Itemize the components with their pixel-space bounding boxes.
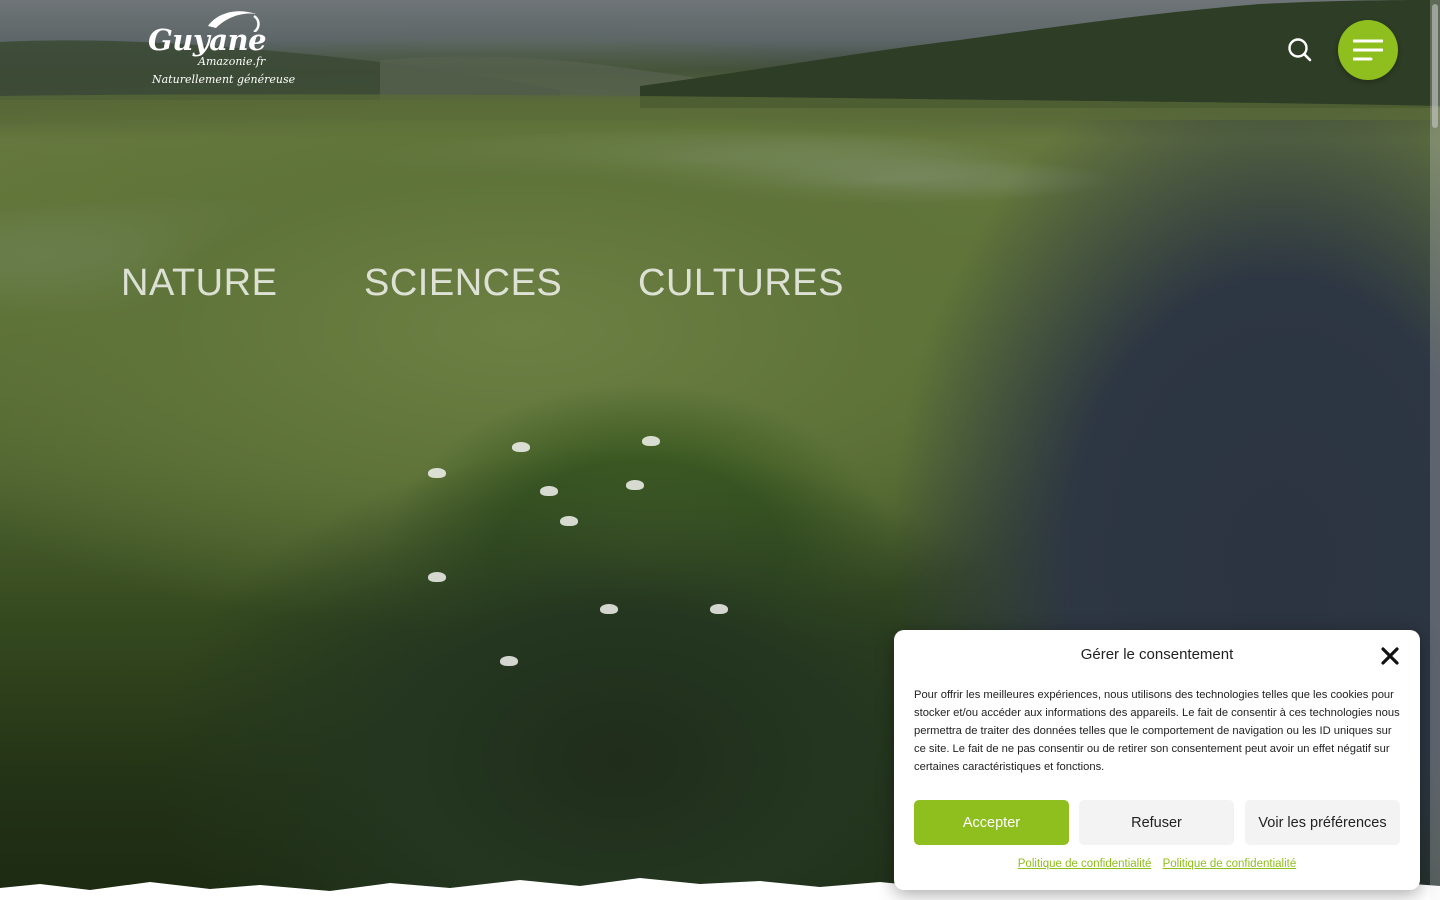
scrollbar[interactable] xyxy=(1430,0,1440,900)
egret-bird xyxy=(428,572,446,582)
egret-bird xyxy=(500,656,518,666)
category-link-nature[interactable]: NATURE xyxy=(121,262,277,305)
egret-bird xyxy=(512,442,530,452)
search-button[interactable] xyxy=(1286,36,1314,64)
egret-bird xyxy=(560,516,578,526)
egret-bird xyxy=(710,604,728,614)
egret-bird xyxy=(428,468,446,478)
category-link-cultures[interactable]: CULTURES xyxy=(638,262,844,305)
consent-close-button[interactable] xyxy=(1380,646,1400,666)
consent-description: Pour offrir les meilleures expériences, … xyxy=(914,689,1400,773)
egret-bird xyxy=(540,486,558,496)
privacy-policy-link[interactable]: Politique de confidentialité xyxy=(1018,858,1152,870)
egret-bird xyxy=(600,604,618,614)
privacy-policy-link[interactable]: Politique de confidentialité xyxy=(1163,858,1297,870)
search-icon xyxy=(1288,38,1312,62)
logo-main-text: Guyane xyxy=(148,23,267,57)
consent-title: Gérer le consentement xyxy=(1080,646,1234,663)
refuse-button[interactable]: Refuser xyxy=(1079,800,1234,845)
scrollbar-thumb[interactable] xyxy=(1432,4,1438,128)
close-icon xyxy=(1381,647,1399,665)
egret-bird xyxy=(626,480,644,490)
hamburger-menu-icon xyxy=(1353,39,1383,61)
category-link-sciences[interactable]: SCIENCES xyxy=(364,262,562,305)
cookie-consent-dialog: Gérer le consentement Pour offrir les me… xyxy=(894,630,1420,890)
accept-button[interactable]: Accepter xyxy=(914,800,1069,845)
view-preferences-button[interactable]: Voir les préférences xyxy=(1245,800,1400,845)
page: Guyane Amazonie.fr Naturellement généreu… xyxy=(0,0,1440,900)
egret-bird xyxy=(642,436,660,446)
consent-links: Politique de confidentialité Politique d… xyxy=(894,858,1420,870)
site-logo[interactable]: Guyane Amazonie.fr Naturellement généreu… xyxy=(146,8,295,92)
logo-tagline: Naturellement généreuse xyxy=(152,73,296,86)
logo-sub-text: Amazonie.fr xyxy=(198,55,266,68)
menu-button[interactable] xyxy=(1338,20,1398,80)
